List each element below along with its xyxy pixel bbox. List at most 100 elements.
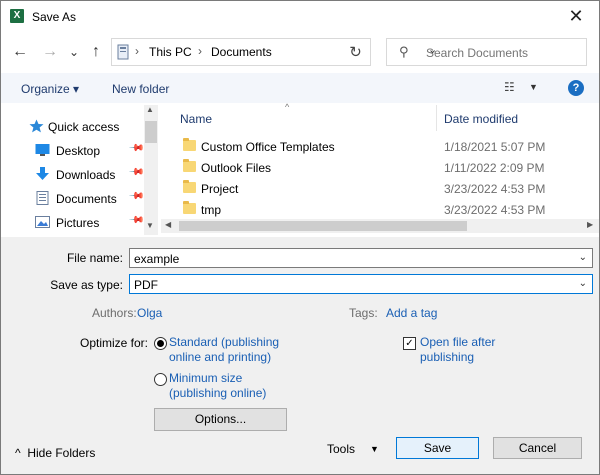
picture-icon — [35, 216, 50, 228]
save-as-type-select[interactable]: PDF ⌄ — [129, 274, 593, 294]
options-button[interactable]: Options... — [154, 408, 287, 431]
column-divider[interactable] — [436, 105, 437, 131]
hide-folders-label: Hide Folders — [27, 446, 96, 460]
optimize-minimum-line: Minimum size — [169, 371, 243, 385]
scrollbar-thumb[interactable] — [145, 121, 157, 143]
optimize-minimum-line: (publishing online) — [169, 386, 267, 400]
nav-item-label: Downloads — [56, 168, 116, 182]
pin-icon[interactable]: 📌 — [128, 164, 145, 181]
nav-item-downloads[interactable]: Downloads 📌 — [1, 163, 145, 187]
tools-dropdown-icon[interactable]: ▼ — [370, 444, 379, 454]
organize-menu-button[interactable]: Organize ▾ — [21, 82, 79, 96]
optimize-for-label: Optimize for: — [79, 336, 148, 350]
folder-icon — [183, 159, 196, 172]
scroll-down-icon[interactable]: ▼ — [146, 221, 154, 230]
optimize-minimum-radio[interactable] — [154, 373, 167, 386]
open-after-publishing-label[interactable]: Open file after publishing — [420, 335, 495, 365]
nav-item-label: Quick access — [48, 120, 120, 134]
file-name-label: File name: — [66, 251, 123, 265]
nav-item-desktop[interactable]: Desktop 📌 — [1, 139, 145, 163]
search-icon: ⚲ — [399, 44, 409, 59]
optimize-standard-line: online and printing) — [169, 350, 272, 364]
scrollbar-thumb[interactable] — [179, 221, 467, 231]
optimize-standard-label[interactable]: Standard (publishing online and printing… — [169, 335, 279, 365]
back-arrow-icon[interactable]: ← — [9, 41, 31, 63]
sort-caret-icon: ^ — [285, 102, 290, 112]
help-icon[interactable]: ? — [568, 80, 584, 96]
save-button[interactable]: Save — [396, 437, 479, 459]
cancel-button[interactable]: Cancel — [493, 437, 582, 459]
chevron-up-icon: ^ — [15, 446, 21, 460]
new-folder-button[interactable]: New folder — [112, 82, 169, 96]
chevron-down-icon[interactable]: ⌄ — [579, 278, 587, 289]
open-after-publishing-checkbox[interactable]: ✓ — [403, 337, 416, 350]
file-list-horizontal-scrollbar[interactable]: ◀ ▶ — [161, 219, 599, 233]
pin-icon[interactable]: 📌 — [128, 212, 145, 229]
download-icon — [36, 167, 49, 180]
close-button[interactable]: ✕ — [553, 1, 599, 32]
nav-item-label: Documents — [56, 192, 117, 206]
optimize-standard-line: Standard (publishing — [169, 335, 280, 349]
title-bar: X Save As ✕ — [1, 1, 599, 32]
file-date: 1/11/2022 2:09 PM — [444, 161, 545, 175]
desktop-icon — [35, 144, 50, 156]
tools-menu-button[interactable]: Tools — [327, 442, 355, 456]
pin-icon[interactable]: 📌 — [128, 188, 145, 205]
folder-icon — [183, 201, 196, 214]
chevron-down-icon[interactable]: ⌄ — [579, 252, 587, 263]
file-row[interactable]: Project 3/23/2022 4:53 PM — [161, 178, 599, 199]
column-header-row: ^ Name Date modified — [161, 102, 599, 131]
file-name: Outlook Files — [201, 161, 272, 175]
tags-label: Tags: — [349, 306, 378, 320]
file-name-field[interactable]: example ⌄ — [129, 248, 593, 268]
nav-item-label: Desktop — [56, 144, 101, 158]
view-dropdown-icon[interactable]: ▼ — [529, 82, 538, 92]
file-list: ^ Name Date modified Custom Office Templ… — [161, 102, 599, 235]
file-date: 3/23/2022 4:53 PM — [444, 182, 546, 196]
breadcrumb-this-pc[interactable]: This PC — [149, 45, 192, 59]
search-input[interactable] — [426, 46, 576, 60]
navigation-pane: Quick access Desktop 📌 Downloads 📌 Docum… — [1, 105, 159, 235]
recent-locations-chevron-icon[interactable]: ⌄ — [63, 41, 85, 63]
authors-value[interactable]: Olga — [137, 306, 162, 320]
star-icon — [29, 119, 44, 133]
nav-item-quick-access[interactable]: Quick access — [1, 115, 143, 139]
open-after-line: publishing — [420, 350, 475, 364]
column-header-name[interactable]: Name — [180, 112, 212, 126]
scroll-right-icon[interactable]: ▶ — [587, 220, 593, 229]
search-box[interactable]: ⚲ — [386, 38, 587, 66]
folder-icon — [183, 180, 196, 193]
file-row[interactable]: Outlook Files 1/11/2022 2:09 PM — [161, 157, 599, 178]
column-header-date-modified[interactable]: Date modified — [444, 112, 518, 126]
nav-item-pictures[interactable]: Pictures 📌 — [1, 211, 145, 235]
breadcrumb-documents[interactable]: Documents — [211, 45, 272, 59]
file-name-value: example — [134, 252, 180, 266]
scroll-left-icon[interactable]: ◀ — [165, 220, 171, 229]
refresh-button[interactable]: ↻ — [341, 38, 371, 66]
open-after-line: Open file after — [420, 335, 496, 349]
view-options-icon[interactable]: ☷ — [504, 80, 515, 94]
file-name: Project — [201, 182, 239, 196]
window-title: Save As — [32, 10, 77, 24]
hide-folders-button[interactable]: ^ Hide Folders — [15, 446, 95, 460]
file-name: Custom Office Templates — [201, 140, 335, 154]
forward-arrow-icon[interactable]: → — [39, 41, 61, 63]
pin-icon[interactable]: 📌 — [128, 140, 145, 157]
up-arrow-icon[interactable]: ↑ — [85, 41, 107, 63]
nav-item-documents[interactable]: Documents 📌 — [1, 187, 145, 211]
document-icon — [36, 191, 49, 205]
save-as-dialog: X Save As ✕ ← → ⌄ ↑ › This PC › Document… — [0, 0, 600, 475]
authors-label: Authors: — [92, 306, 137, 320]
nav-pane-scrollbar[interactable]: ▲ ▼ — [144, 105, 158, 235]
optimize-minimum-label[interactable]: Minimum size (publishing online) — [169, 371, 266, 401]
address-bar[interactable]: › This PC › Documents ⌄ — [111, 38, 437, 66]
file-row[interactable]: Custom Office Templates 1/18/2021 5:07 P… — [161, 136, 599, 157]
scroll-up-icon[interactable]: ▲ — [146, 105, 154, 114]
save-as-type-value: PDF — [134, 278, 158, 292]
optimize-standard-radio[interactable] — [154, 337, 167, 350]
excel-icon: X — [10, 9, 24, 23]
breadcrumb-separator: › — [198, 44, 202, 58]
save-options-panel: File name: example ⌄ Save as type: PDF ⌄… — [1, 237, 599, 474]
file-row[interactable]: tmp 3/23/2022 4:53 PM — [161, 199, 599, 220]
add-tag-link[interactable]: Add a tag — [386, 306, 437, 320]
